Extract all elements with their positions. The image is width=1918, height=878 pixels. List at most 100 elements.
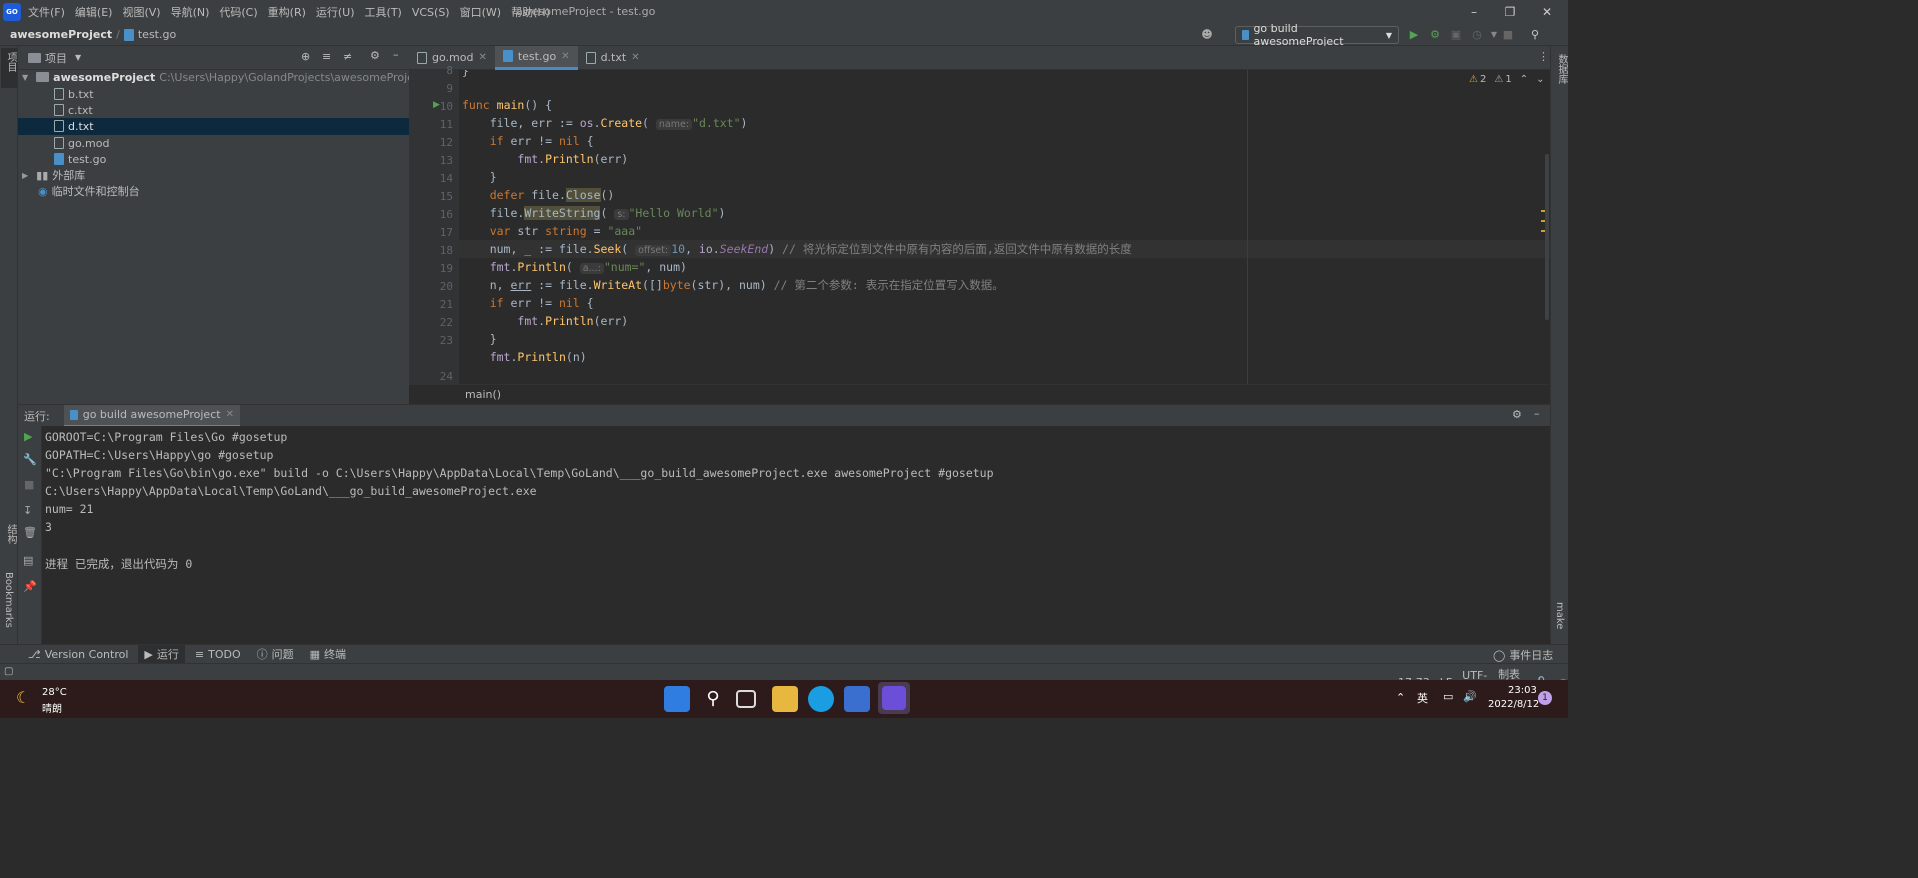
locate-icon[interactable]: ⊕	[301, 50, 310, 63]
database-tab[interactable]: 数据库	[1554, 54, 1569, 84]
line-number: 23	[439, 334, 453, 347]
search-icon[interactable]: ⚲	[1527, 27, 1543, 43]
tool-terminal[interactable]: ▦ 终端	[310, 646, 346, 662]
tool-problems[interactable]: ⓘ 问题	[257, 646, 294, 662]
menu-edit[interactable]: 编辑(E)	[75, 4, 113, 20]
network-icon[interactable]: ▭	[1443, 690, 1453, 703]
tool-version-control[interactable]: ⎇ Version Control	[28, 648, 128, 661]
menu-vcs[interactable]: VCS(S)	[412, 6, 450, 19]
menu-file[interactable]: 文件(F)	[28, 4, 65, 20]
menu-tools[interactable]: 工具(T)	[365, 4, 402, 20]
notification-badge[interactable]: 1	[1538, 691, 1552, 705]
goland-taskbar-item[interactable]	[878, 682, 910, 714]
chevron-up-icon[interactable]: ⌃	[1396, 691, 1405, 704]
rerun-icon[interactable]: ▶	[24, 430, 32, 443]
navigation-bar: awesomeProject / test.go ☻ go build awes…	[0, 22, 1568, 66]
run-configuration-select[interactable]: go build awesomeProject ▼	[1235, 22, 1399, 48]
layout-icon[interactable]: ▤	[23, 554, 33, 567]
file-name: c.txt	[68, 103, 93, 117]
clock-date[interactable]: 2022/8/12	[1488, 699, 1539, 710]
tab-d-txt[interactable]: d.txt ✕	[578, 46, 648, 70]
weather-desc[interactable]: 晴朗	[42, 700, 62, 715]
tool-event-log[interactable]: ◯ 事件日志	[1493, 647, 1553, 663]
pin-icon[interactable]: 📌	[23, 580, 37, 593]
editor-scrollbar[interactable]	[1545, 154, 1549, 320]
go-file-icon	[69, 409, 78, 420]
windows-start-icon[interactable]	[664, 686, 690, 712]
clock-time[interactable]: 23:03	[1508, 685, 1537, 696]
editor-breadcrumb[interactable]: main()	[465, 388, 501, 401]
breadcrumb-project[interactable]: awesomeProject	[10, 28, 112, 41]
volume-icon[interactable]: 🔊	[1463, 690, 1477, 703]
stop-icon[interactable]: ■	[24, 478, 34, 491]
code-editor[interactable]: } func main() { file, err := os.Create( …	[459, 70, 1550, 384]
run-console[interactable]: GOROOT=C:\Program Files\Go #gosetup GOPA…	[42, 426, 1550, 644]
panel-toggle-icon[interactable]: ▢	[4, 666, 13, 677]
tab-test-go[interactable]: test.go ✕	[494, 45, 578, 70]
close-icon[interactable]: ✕	[478, 52, 486, 63]
list-item[interactable]: go.mod	[54, 135, 109, 151]
menu-navigate[interactable]: 导航(N)	[171, 4, 210, 20]
restore-icon[interactable]: ❐	[1502, 4, 1518, 20]
project-tool-button[interactable]: 项目	[1, 48, 17, 88]
project-panel-title[interactable]: 项目	[45, 50, 67, 66]
collapse-all-icon[interactable]: ≠	[343, 50, 352, 63]
breadcrumb-file[interactable]: test.go	[138, 28, 176, 41]
stop-icon[interactable]: ■	[1500, 27, 1516, 43]
debug-icon[interactable]: ⚙	[1427, 27, 1443, 43]
user-icon[interactable]: ☻	[1199, 27, 1215, 43]
list-item[interactable]: d.txt	[54, 118, 94, 134]
minimize-icon[interactable]: –	[1466, 4, 1482, 20]
tree-scratches[interactable]: ◉ 临时文件和控制台	[38, 183, 140, 199]
edge-browser-icon[interactable]	[808, 686, 834, 712]
close-icon[interactable]: ✕	[226, 409, 234, 420]
tree-root[interactable]: ▼ awesomeProject C:\Users\Happy\GolandPr…	[22, 69, 424, 85]
line-number: 13	[439, 154, 453, 167]
tree-external-libs[interactable]: ▶ ▮▮ 外部库	[22, 167, 85, 183]
menu-window[interactable]: 窗口(W)	[460, 4, 501, 20]
hide-icon[interactable]: –	[393, 48, 399, 61]
menu-run[interactable]: 运行(U)	[316, 4, 355, 20]
file-explorer-icon[interactable]	[772, 686, 798, 712]
coverage-icon[interactable]: ▣	[1448, 27, 1464, 43]
hide-icon[interactable]: –	[1534, 407, 1540, 420]
make-tab[interactable]: make	[1554, 602, 1565, 629]
run-tab[interactable]: go build awesomeProject ✕	[63, 404, 240, 427]
close-icon[interactable]: ✕	[631, 52, 639, 63]
chevron-down-icon[interactable]: ⌄	[1536, 74, 1544, 85]
expand-all-icon[interactable]: ≡	[322, 50, 331, 63]
inspection-widget[interactable]: ⚠ 2 ⚠ 1 ⌃ ⌄	[1469, 74, 1544, 85]
chevron-down-icon[interactable]: ▼	[75, 53, 81, 62]
list-item[interactable]: c.txt	[54, 102, 93, 118]
structure-tab[interactable]: 结构	[3, 524, 18, 544]
gomod-file-icon	[417, 51, 427, 64]
wrench-icon[interactable]: 🔧	[23, 453, 37, 466]
run-gutter-icon[interactable]: ▶	[433, 100, 440, 110]
moon-icon[interactable]: ☾	[16, 688, 30, 707]
profile-icon[interactable]: ◷	[1469, 27, 1485, 43]
chevron-up-icon[interactable]: ⌃	[1520, 74, 1528, 85]
menu-refactor[interactable]: 重构(R)	[268, 4, 306, 20]
right-tool-stripe: 数据库 make	[1550, 46, 1568, 644]
close-icon[interactable]: ✕	[561, 51, 569, 62]
trash-icon[interactable]: 🗑	[23, 526, 37, 539]
bookmarks-tab[interactable]: Bookmarks	[3, 572, 14, 628]
input-method[interactable]: 英	[1417, 690, 1428, 706]
list-item[interactable]: test.go	[54, 151, 106, 167]
list-item[interactable]: b.txt	[54, 86, 94, 102]
search-icon[interactable]: ⚲	[700, 686, 726, 712]
menu-view[interactable]: 视图(V)	[122, 4, 160, 20]
task-view-icon[interactable]	[736, 690, 756, 708]
tool-run[interactable]: ▶ 运行	[138, 645, 185, 663]
tool-label: 事件日志	[1509, 649, 1554, 662]
tool-todo[interactable]: ≡ TODO	[195, 648, 241, 661]
run-icon[interactable]: ▶	[1406, 27, 1422, 43]
weather-temp[interactable]: 28°C	[42, 687, 67, 698]
scroll-to-end-icon[interactable]: ↧	[23, 504, 32, 517]
gear-icon[interactable]: ⚙	[370, 49, 380, 62]
gear-icon[interactable]: ⚙	[1512, 408, 1522, 421]
store-icon[interactable]	[844, 686, 870, 712]
more-icon[interactable]: ⋮	[1538, 50, 1549, 63]
menu-code[interactable]: 代码(C)	[219, 4, 257, 20]
close-icon[interactable]: ✕	[1539, 4, 1555, 20]
